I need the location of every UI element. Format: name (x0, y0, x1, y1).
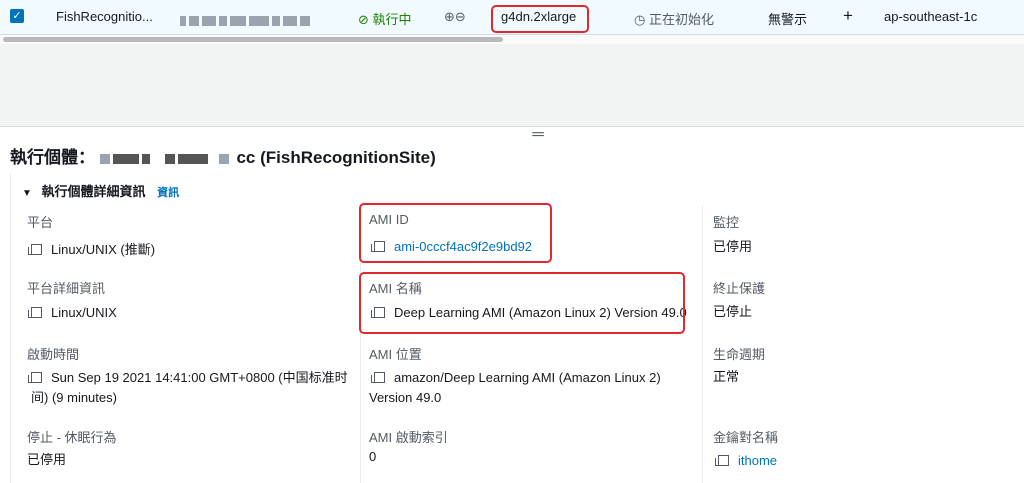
key-pair-value[interactable]: ithome (715, 453, 777, 468)
platform-label: 平台 (27, 215, 54, 230)
caret-down-icon[interactable]: ▼ (22, 188, 32, 199)
scrollbar-thumb[interactable] (3, 37, 503, 42)
page-title: 執行個體： cc (FishRecognitionSite) (10, 148, 436, 167)
termination-protection-value: 已停止 (713, 304, 753, 319)
platform-detail-label: 平台詳細資訊 (27, 281, 106, 296)
ami-launch-index-label: AMI 啟動索引 (369, 430, 448, 445)
lifecycle-label: 生命週期 (713, 347, 766, 362)
highlight-instance-type (491, 5, 589, 33)
copy-icon[interactable] (28, 307, 42, 318)
redacted-instance-id (180, 12, 313, 27)
add-alarm-icon[interactable]: + (843, 6, 853, 26)
copy-icon[interactable] (28, 244, 42, 255)
stop-behavior-value: 已停用 (27, 452, 67, 467)
redacted-instance-id (99, 148, 237, 167)
status-check: ◷ 正在初始化 (634, 12, 714, 27)
info-link[interactable]: 資訊 (157, 187, 179, 199)
stop-behavior-label: 停止 - 休眠行為 (27, 430, 117, 445)
resize-handle-icon[interactable]: ═ (530, 126, 546, 144)
monitoring-value: 已停用 (713, 239, 753, 254)
copy-icon[interactable] (371, 372, 385, 383)
zoom-in-icon[interactable]: ⊕ (444, 9, 455, 24)
availability-zone: ap-southeast-1c (884, 9, 978, 24)
zoom-out-icon[interactable]: ⊖ (455, 9, 466, 24)
lifecycle-value: 正常 (713, 369, 740, 384)
copy-icon[interactable] (715, 455, 729, 466)
key-pair-label: 金鑰對名稱 (713, 430, 779, 445)
alarm-status: 無警示 (768, 12, 808, 27)
check-circle-icon: ⊘ (358, 12, 369, 27)
platform-detail-value: Linux/UNIX (28, 305, 117, 320)
copy-icon[interactable] (28, 372, 42, 383)
zoom-icons[interactable]: ⊕⊖ (444, 9, 466, 25)
running-state: ⊘ 執行中 (358, 12, 412, 27)
horizontal-scrollbar[interactable] (0, 35, 1024, 44)
clock-icon: ◷ (634, 12, 646, 27)
highlight-ami-id (359, 203, 552, 263)
row-checkbox[interactable]: ✓ (10, 9, 24, 23)
column-divider (702, 205, 703, 483)
ami-location-value: amazon/Deep Learning AMI (Amazon Linux 2… (369, 370, 661, 405)
highlight-ami-name (359, 272, 685, 334)
monitoring-label: 監控 (713, 215, 740, 230)
section-header[interactable]: ▼ 執行個體詳細資訊 資訊 (22, 181, 179, 200)
platform-value: Linux/UNIX (推斷) (28, 239, 155, 258)
instance-name[interactable]: FishRecognitio... (56, 9, 153, 24)
launch-time-label: 啟動時間 (27, 347, 80, 362)
key-pair-link[interactable]: ithome (738, 453, 777, 468)
launch-time-value: Sun Sep 19 2021 14:41:00 GMT+0800 (中国标准时… (28, 370, 348, 405)
termination-protection-label: 終止保護 (713, 281, 766, 296)
ami-launch-index-value: 0 (369, 449, 377, 464)
ami-location-label: AMI 位置 (369, 347, 422, 362)
table-empty-area (0, 44, 1024, 127)
